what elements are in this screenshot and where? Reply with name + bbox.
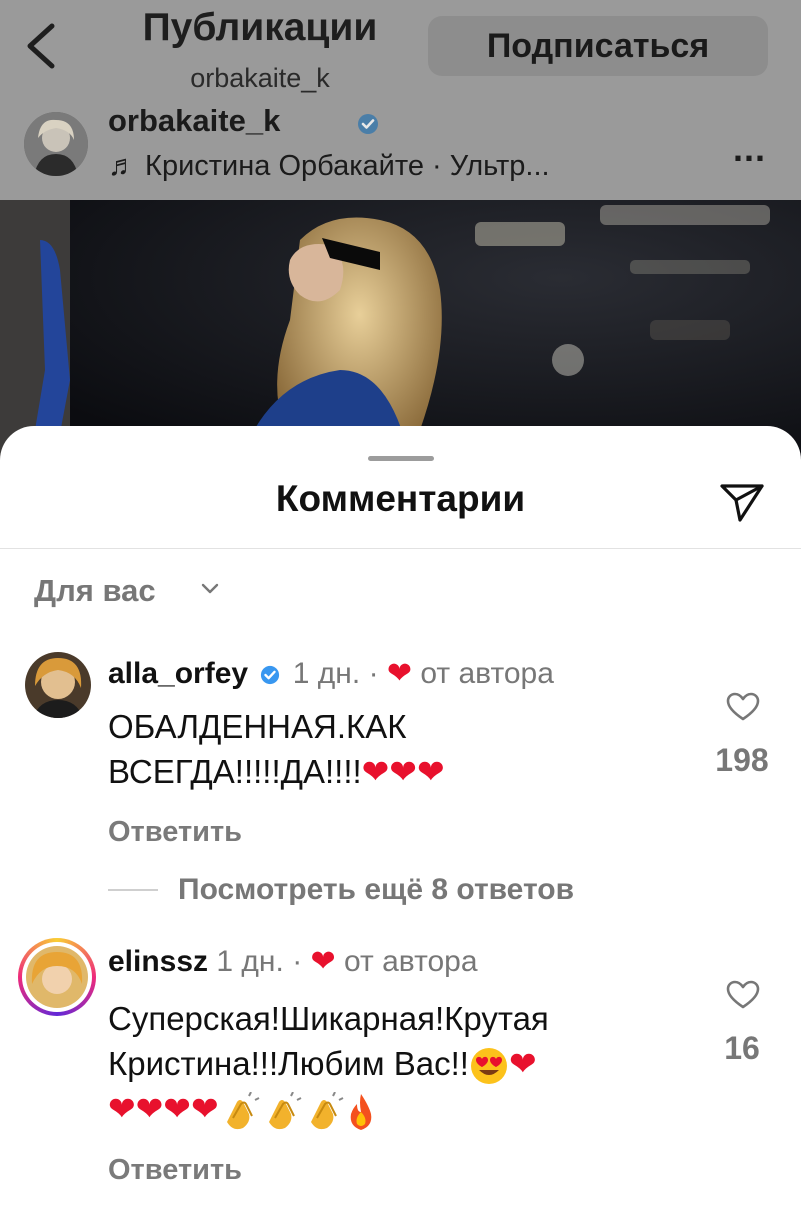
comment-meta: elinssz 1 дн. · ❤ от автора: [108, 944, 478, 979]
like-count: 198: [715, 742, 769, 778]
comment-username[interactable]: elinssz: [108, 945, 208, 978]
back-arrow-icon[interactable]: [18, 18, 64, 74]
comment-text: Суперская!Шикарная!Крутая Кристина!!!Люб…: [108, 996, 549, 1132]
comment-time: 1 дн.: [292, 657, 361, 690]
heart-eyes-emoji-icon: [470, 1048, 507, 1085]
commenter-avatar: [26, 946, 88, 1008]
comment-meta: alla_orfey 1 дн. · ❤ от автора: [108, 656, 554, 691]
comment-emoji-line: ❤❤❤❤: [108, 1086, 549, 1131]
post-author-avatar[interactable]: [24, 112, 88, 176]
like-heart-icon[interactable]: [726, 692, 760, 722]
reply-button[interactable]: Ответить: [108, 1154, 242, 1187]
comment-text-line-emoji: ВСЕГДА!!!!!ДА!!!!❤❤❤: [108, 749, 445, 794]
meta-separator: ·: [292, 945, 303, 978]
meta-separator: ·: [368, 657, 379, 690]
heart-emoji-icon: ❤❤❤: [361, 753, 445, 790]
replies-divider-line: [108, 889, 158, 891]
comment-time: 1 дн.: [216, 945, 284, 978]
heart-emoji-icon: ❤❤❤❤: [108, 1090, 219, 1128]
sheet-divider: [0, 548, 801, 549]
author-liked-heart-icon: ❤: [310, 945, 336, 978]
page-subtitle: orbakaite_k: [190, 63, 330, 93]
heart-emoji-icon: ❤: [508, 1045, 537, 1082]
sheet-drag-handle[interactable]: [368, 456, 434, 461]
chevron-down-icon[interactable]: [200, 582, 220, 596]
verified-badge-icon: [358, 114, 378, 134]
like-heart-icon[interactable]: [726, 980, 760, 1010]
clap-emoji-icon: [268, 1091, 302, 1129]
comment-username[interactable]: alla_orfey: [108, 657, 248, 690]
share-send-icon[interactable]: [718, 480, 766, 524]
commenter-avatar[interactable]: [25, 652, 91, 718]
post-music-track[interactable]: ♬ Кристина Орбакайте · Ультр...: [108, 150, 550, 183]
reply-button[interactable]: Ответить: [108, 816, 242, 849]
comment-text-line: ВСЕГДА!!!!!ДА!!!!: [108, 753, 362, 790]
comment-text-line: ОБАЛДЕННАЯ.КАК: [108, 708, 407, 745]
follow-button[interactable]: Подписаться: [428, 16, 768, 76]
comments-filter-label[interactable]: Для вас: [34, 573, 156, 609]
commenter-avatar-story-ring[interactable]: [18, 938, 96, 1016]
post-photo[interactable]: [0, 200, 801, 460]
liked-by-author-label: от автора: [420, 657, 554, 690]
view-more-replies-button[interactable]: Посмотреть ещё 8 ответов: [108, 872, 574, 908]
fire-emoji-icon: [350, 1093, 371, 1130]
page-title: Публикации: [142, 6, 378, 49]
comment-text-line-emoji: Кристина!!!Любим Вас!! ❤: [108, 1041, 549, 1086]
clap-emoji-icon: [226, 1091, 260, 1129]
clap-emoji-icon: [310, 1091, 344, 1129]
comment-text-line: Кристина!!!Любим Вас!!: [108, 1045, 469, 1082]
liked-by-author-label: от автора: [344, 945, 478, 978]
comments-title: Комментарии: [275, 478, 526, 519]
comment-text: ОБАЛДЕННАЯ.КАК ВСЕГДА!!!!!ДА!!!!❤❤❤: [108, 704, 445, 794]
verified-badge-icon: [261, 665, 280, 685]
view-more-replies-label[interactable]: Посмотреть ещё 8 ответов: [178, 873, 574, 907]
more-options-icon[interactable]: ...: [733, 128, 766, 170]
post-author-username[interactable]: orbakaite_k: [108, 103, 280, 139]
author-liked-heart-icon: ❤: [386, 657, 413, 690]
like-count: 16: [724, 1030, 760, 1066]
comment-text-line: Суперская!Шикарная!Крутая: [108, 1000, 549, 1037]
